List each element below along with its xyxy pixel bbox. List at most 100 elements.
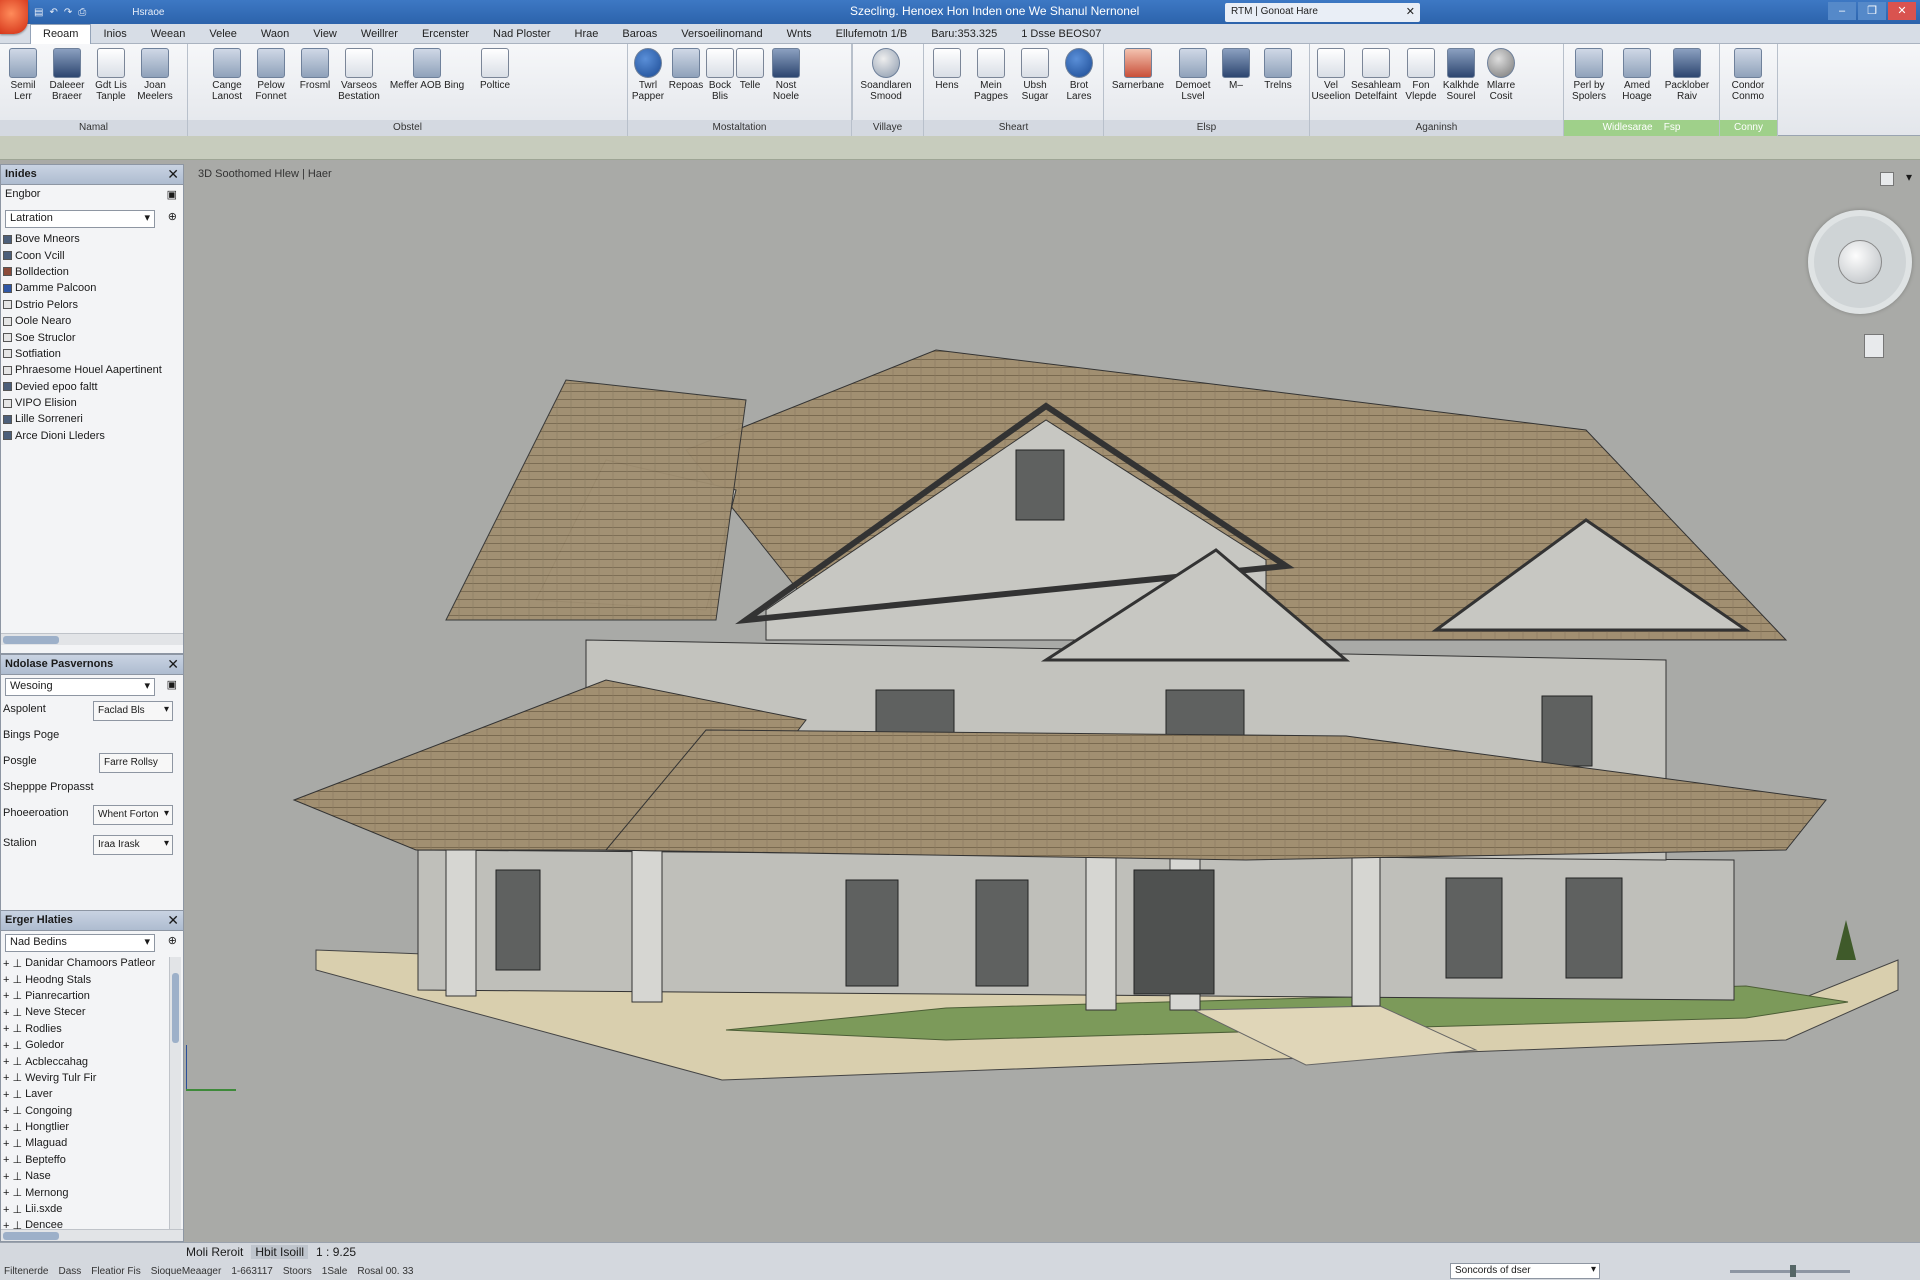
view-type-dropdown[interactable]: Latration	[5, 210, 155, 228]
expand-icon[interactable]: + ⊥	[3, 1006, 22, 1019]
tree-item[interactable]: Lille Sorreneri	[1, 411, 183, 427]
scrollbar-thumb[interactable]	[172, 973, 179, 1043]
tab-6[interactable]: Weillrer	[349, 28, 410, 40]
ribbon-button[interactable]: Perl by Spolers	[1566, 48, 1612, 102]
document-tab[interactable]: RTM | Gonoat Hare ✕	[1225, 3, 1420, 22]
ribbon-button[interactable]: Poltice	[474, 48, 516, 102]
ribbon-button[interactable]: Semil Lerr	[2, 48, 44, 102]
expand-icon[interactable]: + ⊥	[3, 1022, 22, 1035]
ribbon-button[interactable]: Ubsh Sugar	[1014, 48, 1056, 102]
tab-7[interactable]: Ercenster	[410, 28, 481, 40]
ribbon-button[interactable]: Mlarre Cosit	[1482, 48, 1520, 102]
ribbon-button[interactable]: Cange Lanost	[206, 48, 248, 102]
tree-item[interactable]: Coon Vcill	[1, 247, 183, 263]
tree-item[interactable]: Oole Nearo	[1, 313, 183, 329]
tree-item[interactable]: + ⊥ Laver	[1, 1086, 165, 1102]
expand-icon[interactable]: + ⊥	[3, 973, 22, 986]
ribbon-button[interactable]: Repoas	[668, 48, 704, 102]
expand-icon[interactable]: + ⊥	[3, 1088, 22, 1101]
property-value[interactable]: Iraa Irask	[93, 835, 173, 855]
tree-item[interactable]: + ⊥ Heodng Stals	[1, 971, 165, 987]
ribbon-button[interactable]: Telle	[736, 48, 764, 102]
close-icon[interactable]: ✕	[167, 166, 179, 183]
pin-icon[interactable]: ⊕	[168, 210, 177, 223]
tab-10[interactable]: Baroas	[610, 28, 669, 40]
scrollbar-thumb[interactable]	[3, 1232, 59, 1240]
ribbon-button[interactable]: Sesahleam Detelfaint	[1351, 48, 1401, 102]
tree-item[interactable]: VIPO Elision	[1, 395, 183, 411]
expand-icon[interactable]: + ⊥	[3, 1137, 22, 1150]
horizontal-scrollbar[interactable]	[1, 1229, 183, 1241]
tab-3[interactable]: Velee	[197, 28, 249, 40]
ribbon-button[interactable]: Joan Meelers	[134, 48, 176, 102]
tree-item[interactable]: Soe Struclor	[1, 329, 183, 345]
tree-item[interactable]: Bolldection	[1, 264, 183, 280]
tree-item[interactable]: + ⊥ Danidar Chamoors Patleor	[1, 955, 165, 971]
ribbon-button[interactable]: Fon Vlepde	[1402, 48, 1440, 102]
property-value-button[interactable]: Farre Rollsy	[99, 753, 173, 773]
tree-item[interactable]: + ⊥ Acbleccahag	[1, 1053, 165, 1069]
edit-type-icon[interactable]: ▣	[167, 678, 177, 691]
tree-item[interactable]: Damme Palcoon	[1, 280, 183, 296]
tab-11[interactable]: Versoeilinomand	[669, 28, 774, 40]
close-window-button[interactable]: ✕	[1888, 2, 1916, 20]
close-tab-icon[interactable]: ✕	[1406, 5, 1415, 18]
zoom-slider[interactable]	[1730, 1265, 1850, 1277]
tab-13[interactable]: Ellufemotn 1/B	[824, 28, 920, 40]
ribbon-button[interactable]: Nost Noele	[766, 48, 806, 102]
tree-item[interactable]: Devied epoo faltt	[1, 379, 183, 395]
ribbon-button[interactable]: Condor Conmo	[1722, 48, 1774, 102]
property-value[interactable]: Faclad Bls	[93, 701, 173, 721]
ribbon-button[interactable]: Sarnerbane	[1106, 48, 1170, 102]
tab-2[interactable]: Weean	[139, 28, 198, 40]
tab-14[interactable]: Baru:353.325	[919, 28, 1009, 40]
tab-view[interactable]: View	[301, 28, 349, 40]
ribbon-button[interactable]: Vel Useelion	[1312, 48, 1350, 102]
tab-12[interactable]: Wnts	[775, 28, 824, 40]
tree-item[interactable]: + ⊥ Hongtlier	[1, 1119, 165, 1135]
tree-item[interactable]: Dstrio Pelors	[1, 297, 183, 313]
ribbon-button[interactable]: Demoet Lsvel	[1172, 48, 1214, 102]
3d-viewport[interactable]: 3D Soothomed Hlew | Haer ▾	[186, 160, 1920, 1242]
tree-item[interactable]: + ⊥ Pianrecartion	[1, 988, 165, 1004]
tree-item[interactable]: + ⊥ Neve Stecer	[1, 1004, 165, 1020]
maximize-button[interactable]: ❐	[1858, 2, 1886, 20]
expand-icon[interactable]: + ⊥	[3, 1203, 22, 1216]
close-icon[interactable]: ✕	[167, 656, 179, 673]
tree-item[interactable]: + ⊥ Goledor	[1, 1037, 165, 1053]
workset-dropdown[interactable]: Soncords of dser	[1450, 1263, 1600, 1279]
tree-item[interactable]: + ⊥ Wevirg Tulr Fir	[1, 1070, 165, 1086]
ribbon-button[interactable]: Gdt Lis Tanple	[90, 48, 132, 102]
model-tab[interactable]: Hbit Isoill	[251, 1245, 309, 1259]
expand-icon[interactable]: + ⊥	[3, 1121, 22, 1134]
ribbon-button[interactable]: Meffer AOB Bing	[382, 48, 472, 102]
ribbon-button[interactable]: Twrl Papper	[630, 48, 666, 102]
application-logo-button[interactable]	[0, 0, 28, 34]
horizontal-scrollbar[interactable]	[1, 633, 183, 645]
view-scale[interactable]: 1 : 9.25	[316, 1245, 356, 1259]
ribbon-button[interactable]: Bock Blis	[706, 48, 734, 102]
type-selector-dropdown[interactable]: Wesoing	[5, 678, 155, 696]
filter-icon[interactable]: ▣	[167, 188, 177, 201]
pin-icon[interactable]: ⊕	[168, 934, 177, 947]
ribbon-button[interactable]: Trelns	[1258, 48, 1298, 102]
undo-icon[interactable]: ↶	[49, 7, 57, 18]
ribbon-button[interactable]: Varseos Bestation	[338, 48, 380, 102]
browser-dropdown[interactable]: Nad Bedins	[5, 934, 155, 952]
save-icon[interactable]: ▤	[34, 7, 43, 18]
tree-item[interactable]: Arce Dioni Lleders	[1, 428, 183, 444]
tree-item[interactable]: Phraesome Houel Aapertinent	[1, 362, 183, 378]
tree-item[interactable]: + ⊥ Congoing	[1, 1103, 165, 1119]
tab-15[interactable]: 1 Dsse BEOS07	[1009, 28, 1113, 40]
tree-item[interactable]: + ⊥ Rodlies	[1, 1021, 165, 1037]
close-icon[interactable]: ✕	[167, 912, 179, 929]
expand-icon[interactable]: + ⊥	[3, 1104, 22, 1117]
expand-icon[interactable]: + ⊥	[3, 1039, 22, 1052]
redo-icon[interactable]: ↷	[64, 7, 72, 18]
tree-item[interactable]: + ⊥ Nase	[1, 1168, 165, 1184]
ribbon-button[interactable]: Soandlaren Smood	[854, 48, 918, 102]
ribbon-button[interactable]: Kalkhde Sourel	[1442, 48, 1480, 102]
minimize-button[interactable]: ‒	[1828, 2, 1856, 20]
tree-item[interactable]: Sotfiation	[1, 346, 183, 362]
expand-icon[interactable]: + ⊥	[3, 957, 22, 970]
